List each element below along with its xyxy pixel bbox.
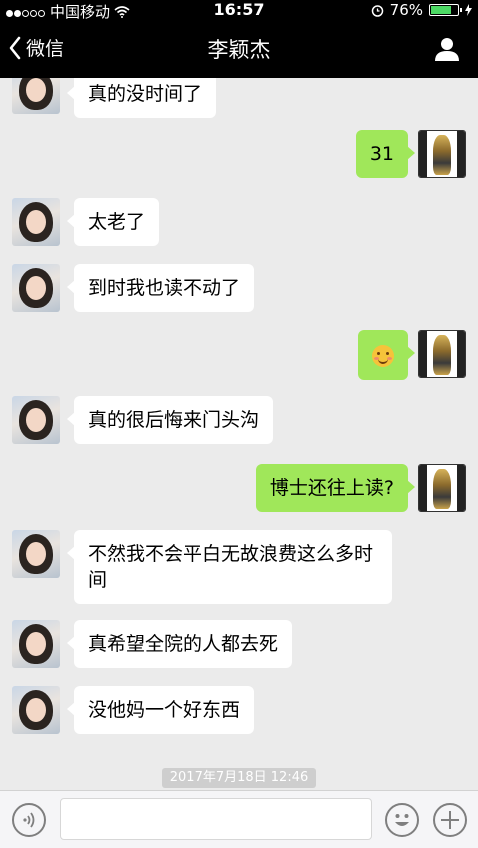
emoji-face-icon (395, 814, 409, 826)
message-timestamp: 2017年7月18日 12:46 (162, 768, 316, 788)
voice-icon (23, 812, 35, 828)
contact-avatar[interactable] (12, 686, 60, 734)
chat-title: 李颖杰 (207, 38, 271, 62)
my-avatar[interactable] (418, 130, 466, 178)
person-icon[interactable] (434, 36, 460, 62)
more-button[interactable] (433, 803, 467, 837)
contact-avatar[interactable] (12, 78, 60, 114)
contact-avatar[interactable] (12, 198, 60, 246)
nav-bar: 微信 李颖杰 (0, 20, 478, 78)
message-bubble-received[interactable]: 不然我不会平白无故浪费这么多时 间 (67, 530, 392, 604)
message-bubble-sent[interactable]: 31 (355, 130, 416, 178)
message-bubble-sent[interactable]: 博士还往上读? (255, 464, 416, 512)
message-input[interactable] (60, 798, 372, 840)
message-bubble-received[interactable]: 没他妈一个好东西 (66, 686, 255, 734)
contact-avatar[interactable] (12, 620, 60, 668)
battery-icon (429, 4, 462, 16)
message-bubble-received[interactable]: 真的没时间了 (66, 78, 217, 118)
contact-avatar[interactable] (12, 530, 60, 578)
contact-avatar[interactable] (12, 264, 60, 312)
chat-area[interactable]: 真的没时间了 31 太老了 到时我也读不动了 真的很后悔来门头沟 博士还往上读?… (0, 78, 478, 790)
blushing-smile-emoji (372, 344, 394, 367)
message-bubble-sent[interactable] (358, 330, 415, 380)
voice-button[interactable] (12, 803, 46, 837)
message-bubble-received[interactable]: 到时我也读不动了 (66, 264, 255, 312)
message-bubble-received[interactable]: 真的很后悔来门头沟 (66, 396, 274, 444)
my-avatar[interactable] (418, 464, 466, 512)
alarm-clock-icon (371, 4, 383, 17)
input-bar (0, 790, 478, 848)
my-avatar[interactable] (418, 330, 466, 378)
battery-percent: 76% (389, 1, 423, 19)
contact-avatar[interactable] (12, 396, 60, 444)
message-line: 不然我不会平白无故浪费这么多时 (88, 543, 374, 565)
message-bubble-received[interactable]: 真希望全院的人都去死 (66, 620, 293, 668)
charging-icon (465, 4, 472, 16)
message-bubble-received[interactable]: 太老了 (66, 198, 160, 246)
message-line: 间 (88, 569, 108, 591)
emoji-button[interactable] (385, 803, 419, 837)
status-bar: 中国移动 16:57 76% (0, 0, 478, 21)
plus-icon (441, 811, 459, 829)
